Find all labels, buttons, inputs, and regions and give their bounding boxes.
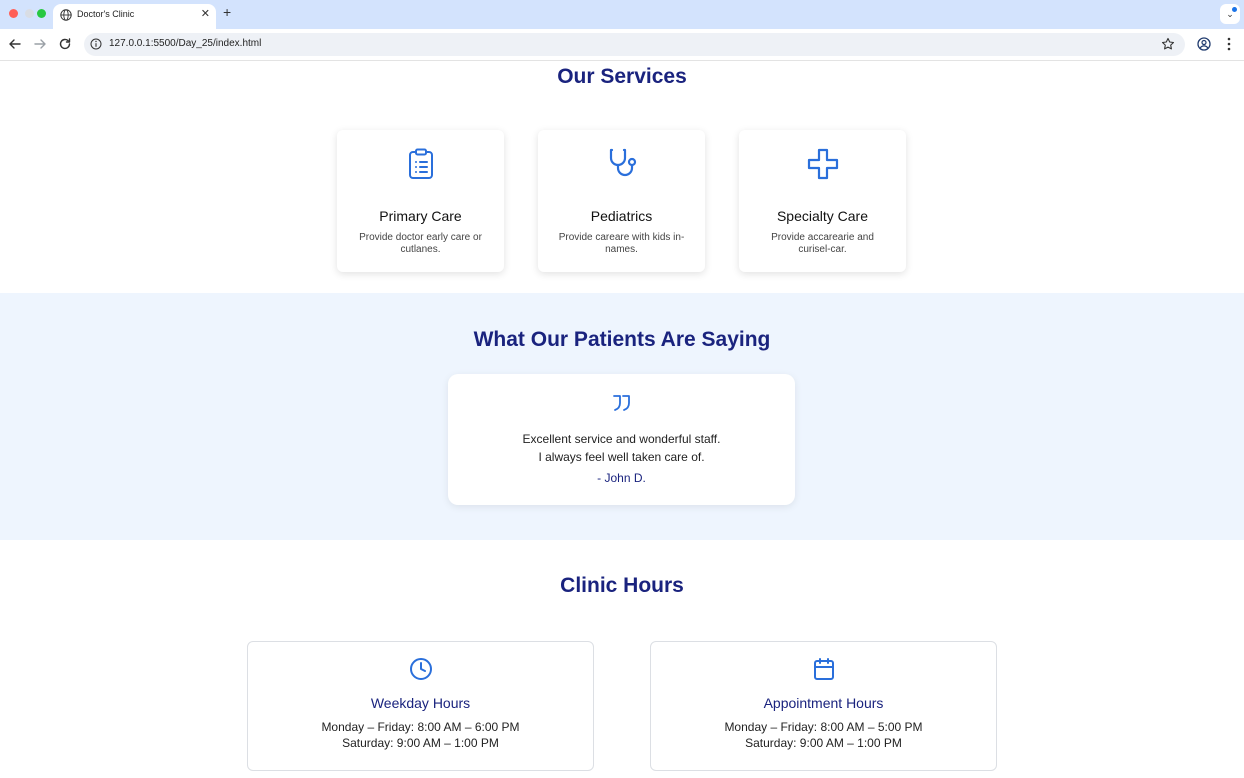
- profile-icon[interactable]: [1197, 37, 1211, 51]
- service-title: Pediatrics: [590, 208, 653, 224]
- browser-tab[interactable]: Doctor's Clinic ✕: [53, 4, 216, 29]
- browser-tab-bar: Doctor's Clinic ✕ + ⌄: [0, 0, 1244, 29]
- hours-line: Saturday: 9:00 AM – 1:00 PM: [342, 736, 499, 750]
- service-title: Specialty Care: [776, 208, 869, 224]
- close-tab-icon[interactable]: ✕: [201, 8, 210, 20]
- hours-line: Saturday: 9:00 AM – 1:00 PM: [745, 736, 902, 750]
- url-text[interactable]: 127.0.0.1:5500/Day_25/index.html: [109, 38, 261, 49]
- clipboard-icon: [408, 148, 433, 179]
- clinic-hours-heading: Clinic Hours: [560, 574, 684, 597]
- page-viewport: Our Services Primary Care Provide doctor…: [0, 61, 1244, 778]
- back-arrow-icon[interactable]: [7, 36, 23, 52]
- clock-icon: [409, 658, 432, 680]
- hours-card-title: Appointment Hours: [763, 695, 884, 711]
- services-heading: Our Services: [557, 65, 687, 88]
- testimonial-author: - John D.: [597, 471, 646, 485]
- appointment-hours-card: Appointment Hours Monday – Friday: 8:00 …: [650, 641, 997, 771]
- service-description: Provide doctor early care or cutlanes.: [359, 232, 482, 255]
- tab-title: Doctor's Clinic: [77, 9, 135, 19]
- service-card-primary-care: Primary Care Provide doctor early care o…: [337, 130, 504, 272]
- browser-toolbar: 127.0.0.1:5500/Day_25/index.html: [0, 29, 1244, 61]
- hours-card-title: Weekday Hours: [370, 695, 471, 711]
- close-window-button[interactable]: [9, 9, 18, 18]
- testimonial-line: Excellent service and wonderful staff.: [522, 432, 721, 446]
- testimonial-quote: Excellent service and wonderful staff. I…: [448, 430, 795, 466]
- plus-cross-icon: [807, 148, 838, 180]
- new-tab-icon[interactable]: +: [223, 5, 231, 19]
- service-title: Primary Care: [379, 208, 462, 224]
- weekday-hours-card: Weekday Hours Monday – Friday: 8:00 AM –…: [247, 641, 594, 771]
- service-card-specialty-care: Specialty Care Provide accarearie and cu…: [739, 130, 906, 272]
- notification-dot: [1232, 7, 1237, 12]
- bookmark-star-icon[interactable]: [1161, 37, 1175, 51]
- testimonials-section: What Our Patients Are Saying Excellent s…: [0, 293, 1244, 540]
- forward-arrow-icon[interactable]: [32, 36, 48, 52]
- testimonial-line: I always feel well taken care of.: [538, 450, 705, 464]
- stethoscope-icon: [609, 148, 636, 177]
- site-info-icon[interactable]: [90, 38, 102, 50]
- maximize-window-button[interactable]: [37, 9, 46, 18]
- reload-icon[interactable]: [57, 36, 73, 52]
- calendar-icon: [813, 658, 834, 680]
- testimonial-card: Excellent service and wonderful staff. I…: [448, 374, 795, 505]
- service-description: Provide accarearie and curisel-car.: [771, 232, 874, 255]
- more-menu-icon[interactable]: [1222, 36, 1236, 52]
- testimonials-heading: What Our Patients Are Saying: [473, 328, 771, 351]
- globe-icon: [60, 9, 72, 21]
- service-card-pediatrics: Pediatrics Provide careare with kids in-…: [538, 130, 705, 272]
- tab-search-button[interactable]: ⌄: [1220, 4, 1240, 24]
- service-description: Provide careare with kids in-names.: [558, 232, 685, 255]
- address-bar[interactable]: 127.0.0.1:5500/Day_25/index.html: [84, 33, 1185, 56]
- minimize-window-button[interactable]: [25, 9, 34, 18]
- quote-icon: [612, 395, 630, 411]
- hours-line: Monday – Friday: 8:00 AM – 6:00 PM: [321, 720, 520, 734]
- hours-line: Monday – Friday: 8:00 AM – 5:00 PM: [724, 720, 923, 734]
